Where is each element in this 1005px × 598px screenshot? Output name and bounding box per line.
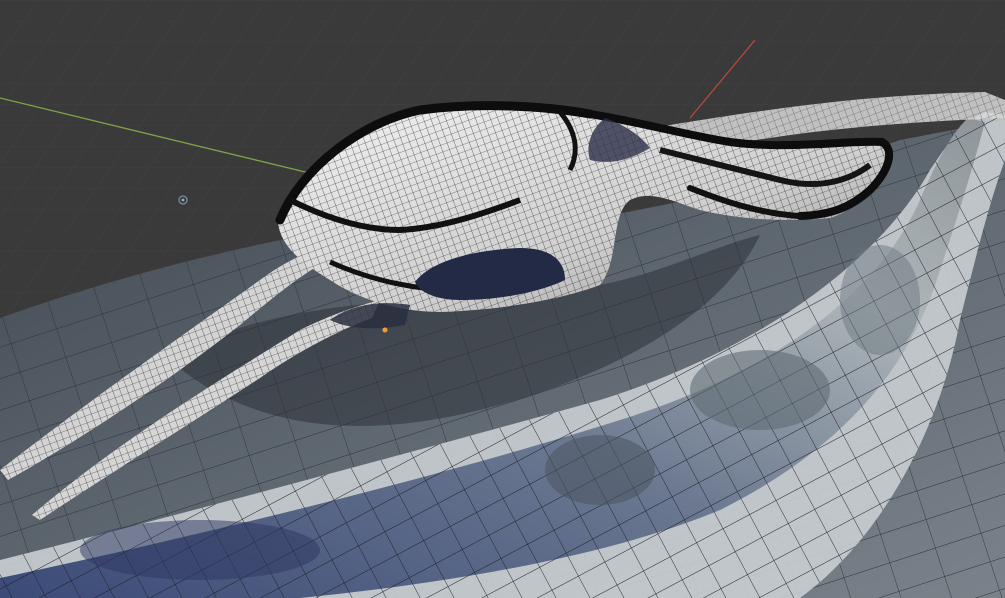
- viewport-canvas[interactable]: [0, 0, 1005, 598]
- object-origin-dot[interactable]: [382, 327, 388, 333]
- 3d-viewport[interactable]: [0, 0, 1005, 598]
